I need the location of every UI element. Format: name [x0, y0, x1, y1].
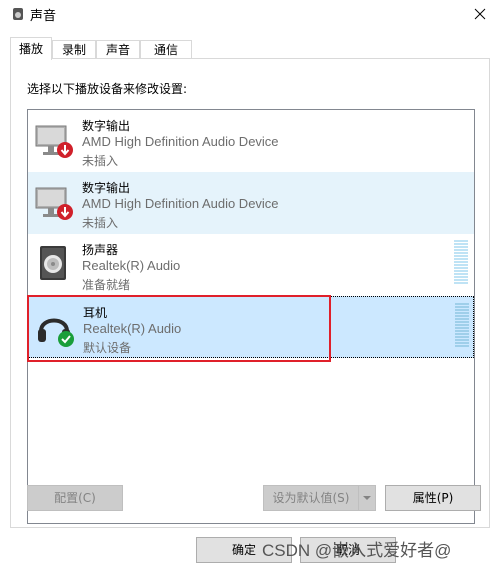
tab-recording[interactable]: 录制	[52, 40, 96, 59]
device-status: 未插入	[82, 216, 119, 230]
monitor-speaker-icon	[35, 125, 73, 158]
set-default-button[interactable]: 设为默认值(S)	[263, 485, 359, 511]
device-description: Realtek(R) Audio	[83, 321, 182, 336]
volume-level-meter	[454, 240, 468, 286]
monitor-speaker-icon	[35, 187, 73, 220]
chevron-down-icon	[363, 496, 371, 500]
device-item-digital-output-1[interactable]: 数字输出 AMD High Definition Audio Device 未插…	[28, 110, 474, 172]
device-description: AMD High Definition Audio Device	[82, 196, 279, 211]
device-name: 数字输出	[82, 119, 131, 133]
volume-level-meter	[455, 303, 469, 349]
headphones-icon	[38, 318, 74, 347]
speaker-app-icon	[13, 8, 23, 20]
tab-playback[interactable]: 播放	[10, 37, 52, 60]
speaker-icon	[40, 246, 66, 280]
tab-sounds[interactable]: 声音	[96, 40, 140, 59]
device-name: 耳机	[83, 306, 108, 320]
device-status: 未插入	[82, 154, 119, 168]
device-list[interactable]: 数字输出 AMD High Definition Audio Device 未插…	[27, 109, 475, 524]
close-icon	[474, 8, 486, 20]
close-button[interactable]	[460, 0, 500, 28]
device-name: 扬声器	[82, 243, 119, 257]
device-item-speakers[interactable]: 扬声器 Realtek(R) Audio 准备就绪	[28, 234, 474, 296]
device-status: 默认设备	[83, 341, 132, 355]
playback-panel: 选择以下播放设备来修改设置: 数字输出 AMD High Definition …	[10, 58, 490, 528]
tab-communications[interactable]: 通信	[140, 40, 192, 59]
unplugged-badge-icon	[57, 204, 73, 220]
device-description: Realtek(R) Audio	[82, 258, 181, 273]
device-item-digital-output-2[interactable]: 数字输出 AMD High Definition Audio Device 未插…	[28, 172, 474, 234]
configure-button[interactable]: 配置(C)	[27, 485, 123, 511]
default-check-badge-icon	[58, 331, 74, 347]
device-name: 数字输出	[82, 181, 131, 195]
instruction-text: 选择以下播放设备来修改设置:	[27, 82, 188, 96]
properties-button[interactable]: 属性(P)	[385, 485, 481, 511]
set-default-dropdown[interactable]	[358, 485, 376, 511]
window-title: 声音	[30, 9, 57, 24]
watermark-text: CSDN @嵌入式爱好者@	[262, 541, 452, 560]
device-description: AMD High Definition Audio Device	[82, 134, 279, 149]
device-status: 准备就绪	[82, 278, 131, 292]
title-bar: 声音	[0, 0, 500, 28]
unplugged-badge-icon	[57, 142, 73, 158]
device-item-headphones[interactable]: 耳机 Realtek(R) Audio 默认设备	[28, 296, 474, 358]
